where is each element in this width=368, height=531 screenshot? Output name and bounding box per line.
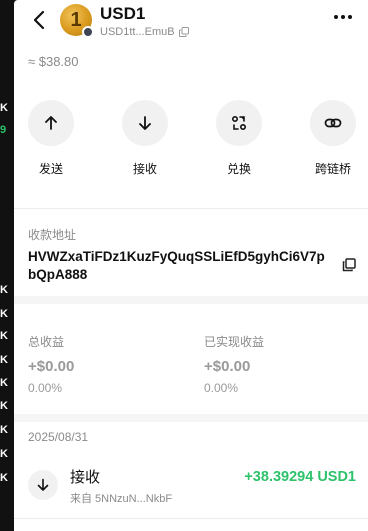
bg-fragment: K [0, 400, 8, 412]
chevron-left-icon [33, 10, 45, 30]
bg-fragment: K [0, 102, 8, 114]
copy-address-icon[interactable] [342, 258, 356, 272]
tx-type: 接收 [70, 469, 101, 486]
copy-icon[interactable] [178, 27, 189, 37]
token-address-text: USD1tt...EmuB [100, 26, 175, 38]
token-symbol: USD1 [100, 4, 146, 23]
section-separator [14, 414, 368, 422]
bg-fragment: K [0, 448, 8, 460]
section-separator [14, 296, 368, 304]
token-contract-address: USD1tt...EmuB [100, 26, 189, 38]
arrow-down-icon [139, 116, 151, 130]
dot-icon [334, 15, 338, 19]
bridge-label: 跨链桥 [314, 162, 351, 176]
realized-earnings-pct: 0.00% [204, 381, 239, 395]
dot-icon [348, 15, 352, 19]
transaction-row[interactable]: 接收 来自 5NNzuN...NkbF +38.39294 USD1 [14, 460, 368, 512]
receive-label: 接收 [132, 162, 157, 176]
bridge-button[interactable]: 跨链桥 [303, 100, 363, 177]
background-app-strip: K 9 K K K K K K K K K [0, 0, 14, 531]
swap-circle [216, 100, 262, 146]
bg-fragment: 9 [0, 124, 7, 136]
receive-circle [122, 100, 168, 146]
history-date: 2025/08/31 [28, 430, 89, 444]
divider [14, 518, 368, 519]
arrow-up-icon [45, 116, 57, 130]
send-button[interactable]: 发送 [21, 100, 81, 177]
action-bar: 发送 接收 兑换 跨链桥 [14, 100, 368, 180]
token-detail-panel: 1 USD1 USD1tt...EmuB ≈ $38.80 发送 接收 兑换 跨… [14, 0, 368, 531]
divider [14, 208, 368, 209]
send-label: 发送 [38, 162, 63, 176]
back-button[interactable] [30, 8, 50, 32]
token-logo-glyph: 1 [70, 8, 82, 31]
bg-fragment: K [0, 424, 8, 436]
link-icon [324, 118, 342, 128]
swap-label: 兑换 [226, 162, 251, 176]
bg-fragment: K [0, 377, 8, 389]
dot-icon [341, 15, 345, 19]
total-earnings-label: 总收益 [28, 335, 65, 349]
total-earnings-pct: 0.00% [28, 381, 63, 395]
tx-icon-wrap [28, 470, 58, 500]
send-circle [28, 100, 74, 146]
bg-fragment: K [0, 330, 8, 342]
arrow-down-icon [37, 478, 49, 491]
tx-from: 来自 5NNzuN...NkbF [70, 493, 173, 505]
token-header: 1 USD1 USD1tt...EmuB [14, 0, 368, 50]
total-earnings-value: +$0.00 [28, 358, 75, 375]
deposit-address-label: 收款地址 [28, 228, 77, 242]
bridge-circle [310, 100, 356, 146]
fiat-balance: ≈ $38.80 [28, 54, 79, 69]
deposit-address: HVWZxaTiFDz1KuzFyQuqSSLiEfD5gyhCi6V7pbQp… [28, 249, 325, 282]
receive-button[interactable]: 接收 [115, 100, 175, 177]
chain-badge-icon [82, 26, 94, 38]
bg-fragment: K [0, 284, 8, 296]
bg-fragment: K [0, 472, 8, 484]
swap-icon [231, 115, 247, 131]
tx-amount: +38.39294 USD1 [244, 469, 356, 485]
swap-button[interactable]: 兑换 [209, 100, 269, 177]
bg-fragment: K [0, 308, 8, 320]
more-options-button[interactable] [334, 10, 352, 24]
realized-earnings-label: 已实现收益 [204, 335, 265, 349]
bg-fragment: K [0, 354, 8, 366]
realized-earnings-value: +$0.00 [204, 358, 251, 375]
